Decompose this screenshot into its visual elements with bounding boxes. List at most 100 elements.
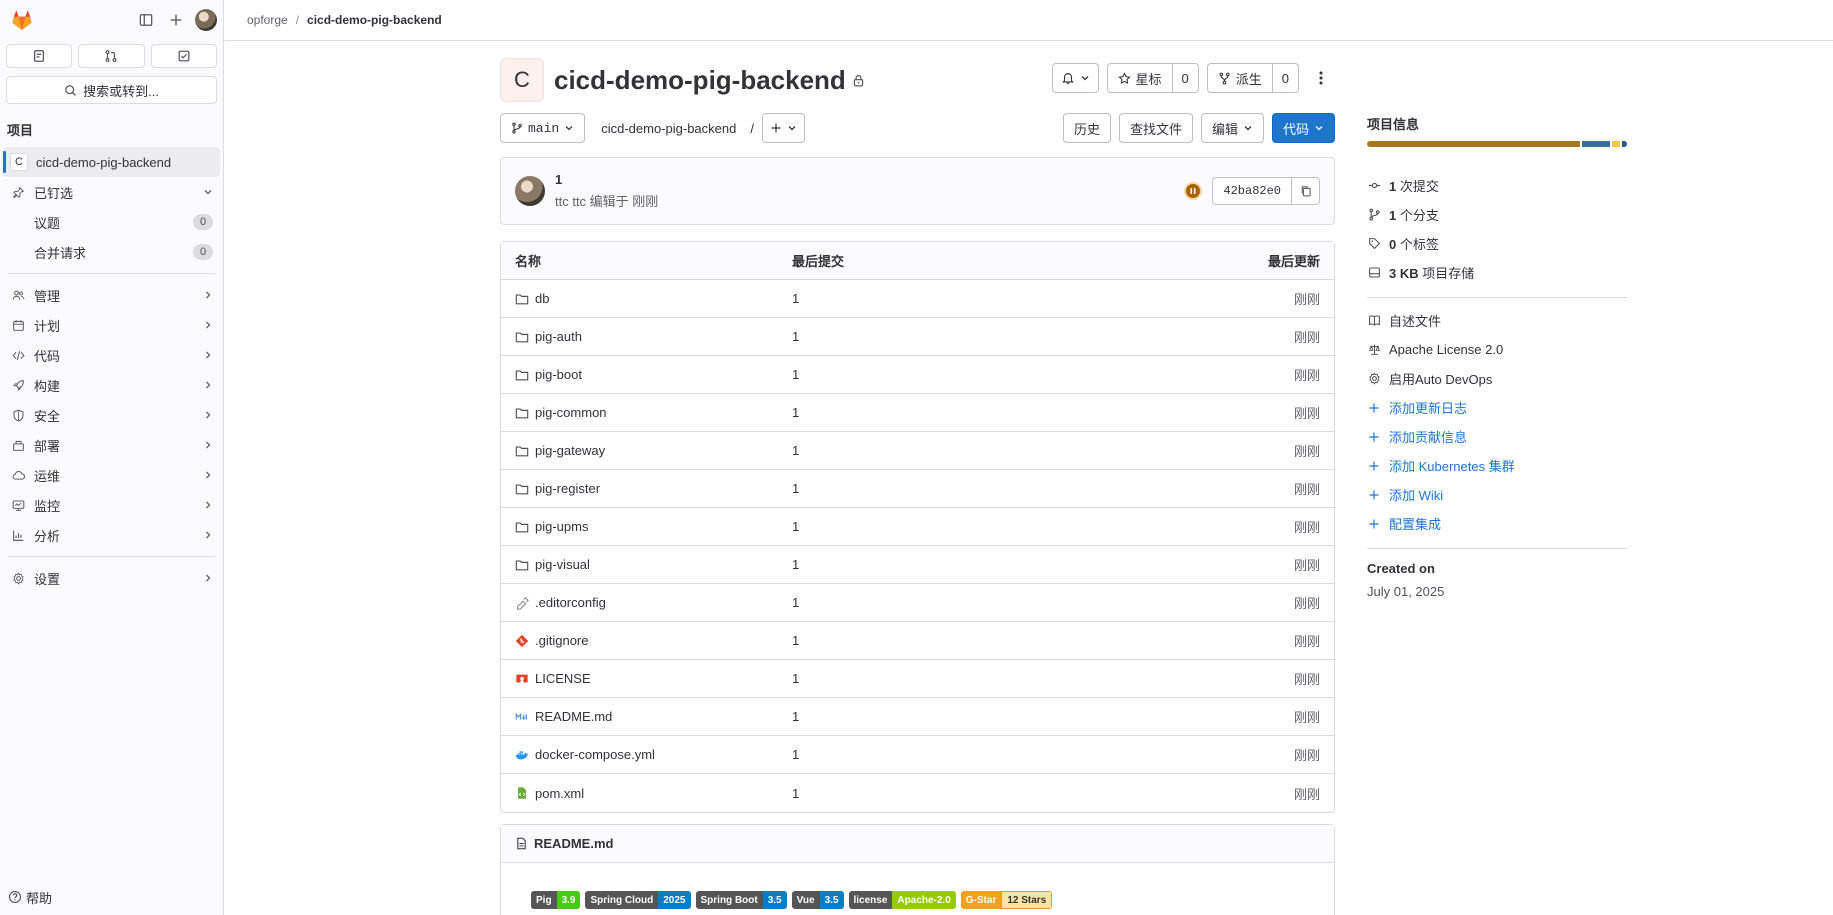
file-last-commit-link[interactable]: 1 — [792, 443, 1160, 458]
issues-shortcut-icon[interactable] — [6, 44, 73, 68]
project-file-link[interactable]: 自述文件 — [1367, 306, 1627, 335]
file-last-commit-link[interactable]: 1 — [792, 557, 1160, 572]
sidebar-item-code[interactable]: 代码 — [0, 340, 223, 370]
history-button[interactable]: 历史 — [1062, 113, 1111, 143]
repo-path-link[interactable]: cicd-demo-pig-backend — [601, 121, 736, 136]
find-file-button[interactable]: 查找文件 — [1118, 113, 1193, 143]
file-name-link[interactable]: LICENSE — [535, 671, 591, 686]
file-name-link[interactable]: .editorconfig — [535, 595, 606, 610]
file-last-commit-link[interactable]: 1 — [792, 367, 1160, 382]
sidebar-item-monitor[interactable]: 监控 — [0, 490, 223, 520]
sidebar-item-merge-requests[interactable]: 合并请求 0 — [0, 237, 223, 267]
file-name-link[interactable]: pig-gateway — [535, 443, 605, 458]
pipeline-paused-icon[interactable] — [1184, 182, 1203, 200]
commit-author-avatar[interactable] — [515, 176, 545, 206]
notification-button[interactable] — [1051, 63, 1099, 93]
plus-icon[interactable] — [161, 5, 191, 35]
project-stat-link[interactable]: 1 次提交 — [1367, 171, 1627, 200]
breadcrumb-project-link[interactable]: cicd-demo-pig-backend — [307, 13, 442, 27]
readme-badge[interactable]: Spring Cloud 2025 — [585, 891, 691, 909]
file-name-link[interactable]: pig-common — [535, 405, 607, 420]
table-row[interactable]: pig-visual 1 刚刚 — [501, 546, 1334, 584]
sidebar-item-settings[interactable]: 设置 — [0, 563, 223, 593]
table-row[interactable]: pom.xml 1 刚刚 — [501, 774, 1334, 812]
breadcrumb-group-link[interactable]: opforge — [247, 13, 288, 27]
file-last-commit-link[interactable]: 1 — [792, 786, 1160, 801]
file-last-commit-link[interactable]: 1 — [792, 481, 1160, 496]
sidebar-search-button[interactable]: 搜索或转到... — [6, 76, 217, 104]
language-bar[interactable] — [1367, 141, 1627, 147]
table-row[interactable]: .gitignore 1 刚刚 — [501, 622, 1334, 660]
table-row[interactable]: pig-gateway 1 刚刚 — [501, 432, 1334, 470]
sidebar-item-build[interactable]: 构建 — [0, 370, 223, 400]
file-name-link[interactable]: pig-upms — [535, 519, 588, 534]
file-name-link[interactable]: docker-compose.yml — [535, 747, 655, 762]
project-stat-link[interactable]: 1 个分支 — [1367, 200, 1627, 229]
file-name-link[interactable]: pig-boot — [535, 367, 582, 382]
table-row[interactable]: db 1 刚刚 — [501, 280, 1334, 318]
file-last-commit-link[interactable]: 1 — [792, 633, 1160, 648]
table-row[interactable]: pig-auth 1 刚刚 — [501, 318, 1334, 356]
file-name-link[interactable]: pig-auth — [535, 329, 582, 344]
table-row[interactable]: pig-register 1 刚刚 — [501, 470, 1334, 508]
add-project-item-link[interactable]: 添加 Wiki — [1367, 480, 1627, 509]
file-name-link[interactable]: .gitignore — [535, 633, 588, 648]
language-segment[interactable] — [1621, 141, 1627, 147]
readme-badge[interactable]: Pig 3.9 — [531, 891, 581, 909]
file-name-link[interactable]: README.md — [535, 709, 612, 724]
commit-sha-link[interactable]: 42ba82e0 — [1212, 177, 1292, 205]
sidebar-item-operate[interactable]: 运维 — [0, 460, 223, 490]
user-avatar[interactable] — [195, 9, 217, 31]
sidebar-item-pinned[interactable]: 已钉选 — [0, 177, 223, 207]
commit-message-link[interactable]: 1 — [555, 172, 658, 187]
file-last-commit-link[interactable]: 1 — [792, 329, 1160, 344]
language-segment[interactable] — [1612, 141, 1620, 147]
readme-badge[interactable]: Spring Boot 3.5 — [695, 891, 787, 909]
table-row[interactable]: .editorconfig 1 刚刚 — [501, 584, 1334, 622]
file-last-commit-link[interactable]: 1 — [792, 291, 1160, 306]
gitlab-logo-icon[interactable] — [10, 8, 34, 32]
add-project-item-link[interactable]: 添加 Kubernetes 集群 — [1367, 451, 1627, 480]
table-row[interactable]: pig-common 1 刚刚 — [501, 394, 1334, 432]
star-button[interactable]: 星标 — [1106, 63, 1173, 93]
fork-button[interactable]: 派生 — [1206, 63, 1273, 93]
file-last-commit-link[interactable]: 1 — [792, 405, 1160, 420]
project-file-link[interactable]: Apache License 2.0 — [1367, 335, 1627, 364]
edit-button[interactable]: 编辑 — [1200, 113, 1264, 143]
readme-badge[interactable]: license Apache-2.0 — [848, 891, 956, 909]
sidebar-item-manage[interactable]: 管理 — [0, 280, 223, 310]
table-row[interactable]: pig-upms 1 刚刚 — [501, 508, 1334, 546]
readme-badge[interactable]: G-Star 12 Stars — [960, 891, 1053, 909]
file-last-commit-link[interactable]: 1 — [792, 747, 1160, 762]
file-name-link[interactable]: pig-register — [535, 481, 600, 496]
project-stat-link[interactable]: 0 个标签 — [1367, 229, 1627, 258]
code-button[interactable]: 代码 — [1271, 113, 1335, 143]
file-name-link[interactable]: pig-visual — [535, 557, 590, 572]
table-row[interactable]: LICENSE 1 刚刚 — [501, 660, 1334, 698]
file-name-link[interactable]: pom.xml — [535, 786, 584, 801]
help-button[interactable]: 帮助 — [0, 885, 52, 909]
language-segment[interactable] — [1581, 141, 1611, 147]
table-row[interactable]: docker-compose.yml 1 刚刚 — [501, 736, 1334, 774]
table-row[interactable]: pig-boot 1 刚刚 — [501, 356, 1334, 394]
file-last-commit-link[interactable]: 1 — [792, 595, 1160, 610]
copy-icon[interactable] — [1292, 177, 1320, 205]
file-last-commit-link[interactable]: 1 — [792, 671, 1160, 686]
fork-count[interactable]: 0 — [1272, 63, 1299, 93]
sidebar-item-plan[interactable]: 计划 — [0, 310, 223, 340]
branch-selector[interactable]: main — [500, 113, 586, 143]
sidebar-item-analyze[interactable]: 分析 — [0, 520, 223, 550]
readme-badge[interactable]: Vue 3.5 — [791, 891, 844, 909]
file-last-commit-link[interactable]: 1 — [792, 519, 1160, 534]
project-stat-link[interactable]: 3 KB 项目存储 — [1367, 258, 1627, 287]
project-file-link[interactable]: 启用Auto DevOps — [1367, 364, 1627, 393]
todo-shortcut-icon[interactable] — [150, 44, 217, 68]
toggle-sidebar-icon[interactable] — [131, 5, 161, 35]
file-last-commit-link[interactable]: 1 — [792, 709, 1160, 724]
sidebar-item-issues[interactable]: 议题 0 — [0, 207, 223, 237]
add-project-item-link[interactable]: 添加贡献信息 — [1367, 422, 1627, 451]
sidebar-item-security[interactable]: 安全 — [0, 400, 223, 430]
sidebar-item-deploy[interactable]: 部署 — [0, 430, 223, 460]
language-segment[interactable] — [1367, 141, 1580, 147]
add-project-item-link[interactable]: 配置集成 — [1367, 509, 1627, 538]
